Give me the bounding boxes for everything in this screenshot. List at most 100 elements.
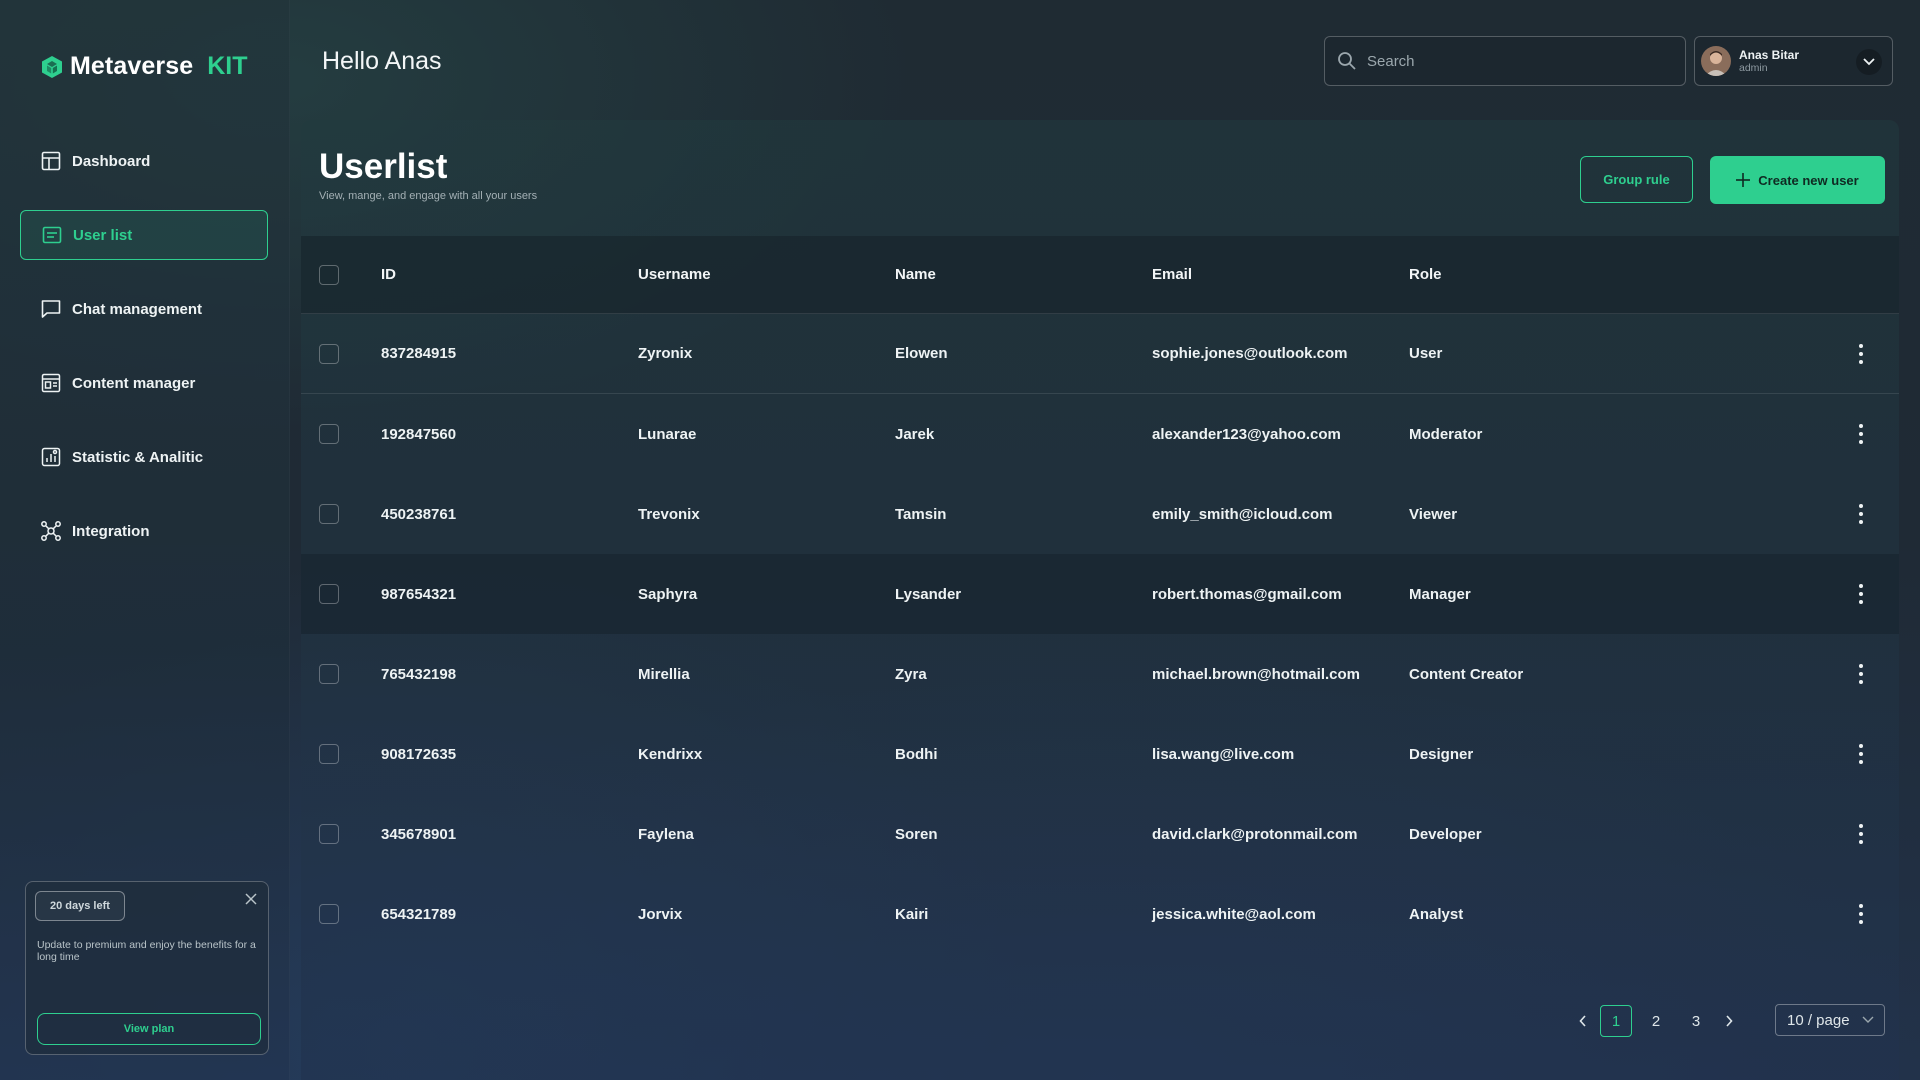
table-row[interactable]: 987654321 Saphyra Lysander robert.thomas… — [301, 554, 1899, 634]
group-rule-button[interactable]: Group rule — [1580, 156, 1693, 203]
cell-role: Moderator — [1409, 425, 1483, 443]
sidebar-item-dashboard[interactable]: Dashboard — [20, 136, 268, 186]
sidebar-item-statistic[interactable]: Statistic & Analitic — [20, 432, 268, 482]
cell-name: Bodhi — [895, 745, 938, 763]
cell-username: Faylena — [638, 825, 694, 843]
table-row[interactable]: 192847560 Lunarae Jarek alexander123@yah… — [301, 394, 1899, 474]
user-menu[interactable]: Anas Bitar admin — [1694, 36, 1893, 86]
brand-name: Metaverse — [70, 52, 194, 80]
cell-role: Analyst — [1409, 905, 1464, 923]
sidebar-item-content-manager[interactable]: Content manager — [20, 358, 268, 408]
promo-text: Update to premium and enjoy the benefits… — [37, 939, 256, 963]
sidebar-item-user-list[interactable]: User list — [20, 210, 268, 260]
page-button-2[interactable]: 2 — [1640, 1005, 1672, 1037]
cell-id: 987654321 — [381, 585, 457, 603]
avatar — [1701, 46, 1731, 76]
more-options-icon[interactable] — [1851, 902, 1871, 926]
cell-username: Lunarae — [638, 425, 697, 443]
create-user-button[interactable]: Create new user — [1710, 156, 1885, 204]
cell-id: 765432198 — [381, 665, 457, 683]
page-button-3[interactable]: 3 — [1680, 1005, 1712, 1037]
table-row[interactable]: 908172635 Kendrixx Bodhi lisa.wang@live.… — [301, 714, 1899, 794]
cell-name: Soren — [895, 825, 938, 843]
cube-logo-icon — [42, 55, 62, 78]
table-row[interactable]: 654321789 Jorvix Kairi jessica.white@aol… — [301, 874, 1899, 954]
row-checkbox[interactable] — [319, 584, 339, 604]
cell-name: Zyra — [895, 665, 927, 683]
cell-role: Manager — [1409, 585, 1471, 603]
cell-username: Mirellia — [638, 665, 690, 683]
page-size-value: 10 / page — [1787, 1011, 1850, 1029]
column-header-role[interactable]: Role — [1409, 266, 1442, 283]
column-header-id[interactable]: ID — [381, 266, 396, 283]
chat-icon — [40, 298, 62, 320]
content-icon — [40, 372, 62, 394]
plus-icon — [1736, 173, 1751, 187]
chevron-right-icon — [1726, 1015, 1733, 1027]
sidebar: Metaverse KIT Dashboard User list Chat m… — [0, 0, 290, 1080]
cell-id: 837284915 — [381, 345, 457, 362]
sidebar-nav: Dashboard User list Chat management Cont… — [20, 136, 268, 580]
cell-id: 908172635 — [381, 745, 457, 763]
cell-email: jessica.white@aol.com — [1152, 905, 1316, 923]
row-checkbox[interactable] — [319, 343, 339, 364]
select-all-checkbox[interactable] — [319, 264, 339, 285]
pagination: 1 2 3 — [1570, 1005, 1742, 1037]
page-size-select[interactable]: 10 / page — [1775, 1004, 1885, 1036]
table-row[interactable]: 450238761 Trevonix Tamsin emily_smith@ic… — [301, 474, 1899, 554]
view-plan-button[interactable]: View plan — [37, 1013, 261, 1045]
row-checkbox[interactable] — [319, 504, 339, 524]
search-input[interactable] — [1367, 52, 1667, 70]
table-row[interactable]: 837284915 Zyronix Elowen sophie.jones@ou… — [301, 314, 1899, 394]
more-options-icon[interactable] — [1851, 742, 1871, 766]
table-row[interactable]: 765432198 Mirellia Zyra michael.brown@ho… — [301, 634, 1899, 714]
sidebar-item-integration[interactable]: Integration — [20, 506, 268, 556]
cell-username: Jorvix — [638, 905, 683, 923]
chart-icon — [40, 446, 62, 468]
cell-name: Tamsin — [895, 505, 947, 523]
more-options-icon[interactable] — [1851, 342, 1871, 366]
days-left-badge: 20 days left — [35, 891, 125, 921]
row-checkbox[interactable] — [319, 664, 339, 684]
column-header-username[interactable]: Username — [638, 266, 711, 283]
sidebar-item-chat-management[interactable]: Chat management — [20, 284, 268, 334]
create-user-label: Create new user — [1758, 172, 1859, 188]
close-icon[interactable] — [244, 892, 258, 906]
user-role: admin — [1739, 61, 1768, 74]
brand-suffix: KIT — [207, 52, 248, 80]
dashboard-icon — [40, 150, 62, 172]
search-box[interactable] — [1324, 36, 1686, 86]
row-checkbox[interactable] — [319, 744, 339, 764]
cell-name: Lysander — [895, 585, 962, 603]
sidebar-item-label: Chat management — [72, 300, 203, 318]
brand-logo[interactable]: Metaverse KIT — [40, 52, 247, 81]
more-options-icon[interactable] — [1851, 662, 1871, 686]
page-subtitle: View, mange, and engage with all your us… — [319, 190, 538, 202]
more-options-icon[interactable] — [1851, 422, 1871, 446]
column-header-email[interactable]: Email — [1152, 266, 1192, 283]
cell-username: Saphyra — [638, 585, 698, 603]
table-row[interactable]: 345678901 Faylena Soren david.clark@prot… — [301, 794, 1899, 874]
cell-role: Viewer — [1409, 505, 1458, 523]
prev-page-button[interactable] — [1570, 1008, 1596, 1034]
row-checkbox[interactable] — [319, 824, 339, 844]
cell-email: robert.thomas@gmail.com — [1152, 585, 1342, 603]
integration-icon — [40, 520, 62, 542]
sidebar-item-label: Statistic & Analitic — [72, 448, 204, 466]
more-options-icon[interactable] — [1851, 502, 1871, 526]
column-header-name[interactable]: Name — [895, 266, 936, 283]
next-page-button[interactable] — [1716, 1008, 1742, 1034]
cell-email: lisa.wang@live.com — [1152, 745, 1295, 763]
search-icon — [1338, 52, 1356, 70]
row-checkbox[interactable] — [319, 904, 339, 924]
cell-role: Designer — [1409, 745, 1474, 763]
more-options-icon[interactable] — [1851, 822, 1871, 846]
cell-role: Developer — [1409, 825, 1482, 843]
row-checkbox[interactable] — [319, 424, 339, 444]
cell-id: 345678901 — [381, 825, 457, 843]
cell-role: User — [1409, 345, 1443, 362]
chevron-down-icon[interactable] — [1856, 49, 1882, 75]
more-options-icon[interactable] — [1851, 582, 1871, 606]
sidebar-item-label: User list — [73, 226, 133, 244]
page-button-1[interactable]: 1 — [1600, 1005, 1632, 1037]
